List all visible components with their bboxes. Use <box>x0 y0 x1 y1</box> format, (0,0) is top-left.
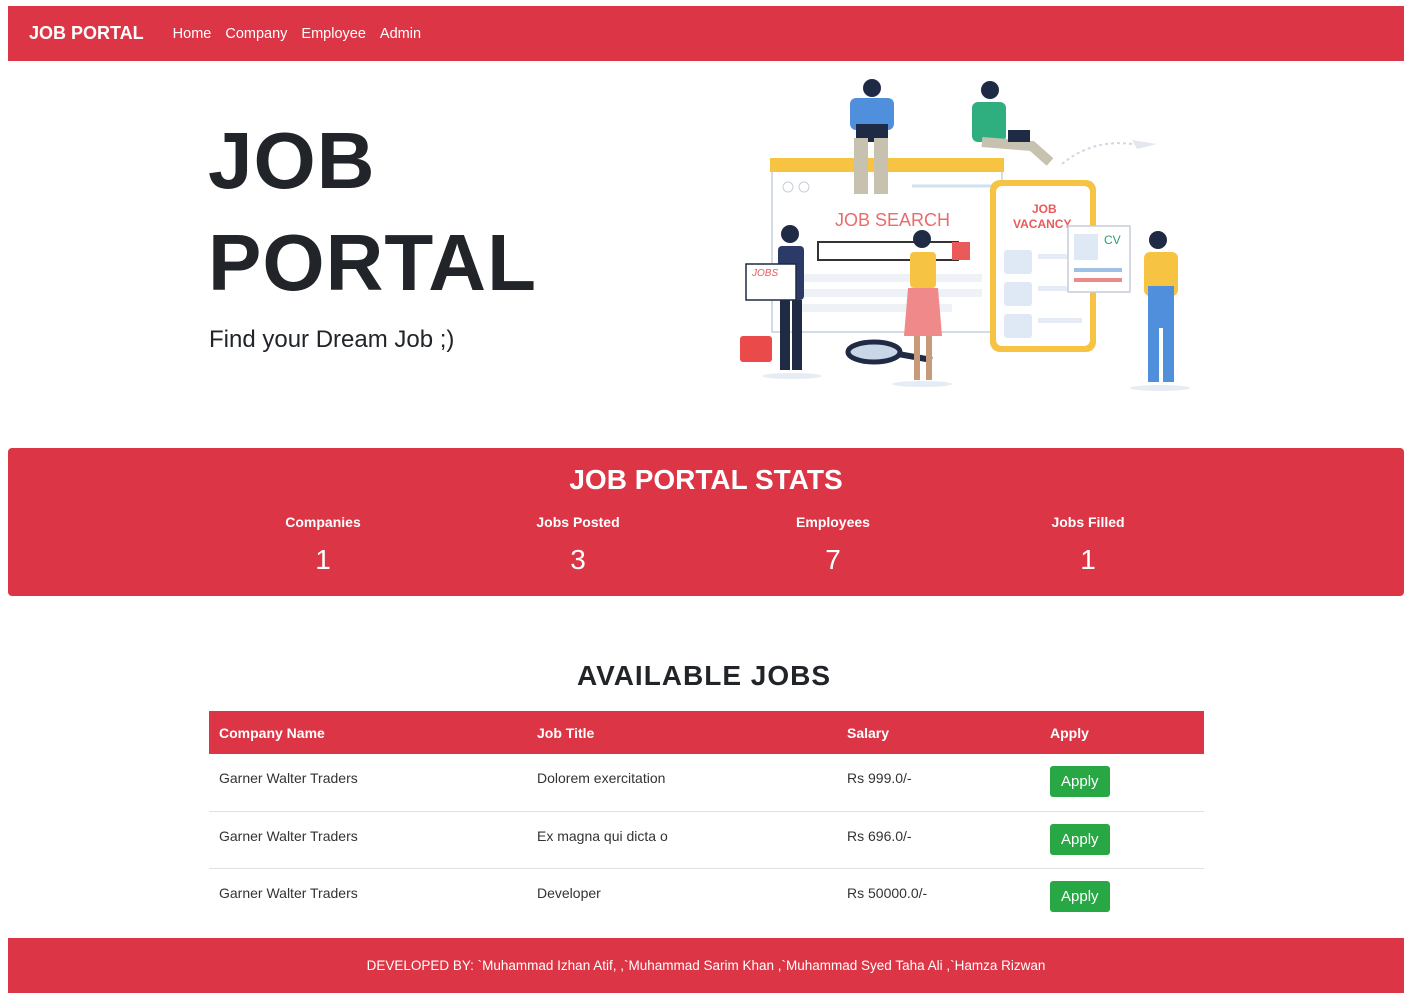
available-jobs-title: AVAILABLE JOBS <box>576 660 832 691</box>
illustration-job-vacancy-line2: VACANCY <box>1013 217 1071 231</box>
column-header-job-title: Job Title <box>537 724 595 741</box>
jobs-table: Company Name Job Title Salary Apply Garn… <box>209 711 1204 925</box>
hero-title-line1: JOB <box>208 116 376 205</box>
apply-button[interactable]: Apply <box>1050 766 1110 797</box>
cell-job-title: Developer <box>537 884 601 901</box>
nav-link-admin[interactable]: Admin <box>380 26 421 42</box>
nav-link-company[interactable]: Company <box>225 26 287 42</box>
cell-job-title: Ex magna qui dicta o <box>527 811 837 869</box>
nav-link-employee[interactable]: Employee <box>301 26 365 42</box>
cell-company: Garner Walter Traders <box>209 811 527 869</box>
stats-title: JOB PORTAL STATS <box>569 464 843 495</box>
stat-value: 1 <box>315 544 331 575</box>
job-search-illustration: JOB SEARCH JOB VACANCY CV JOBS <box>740 79 1190 391</box>
cell-apply: Apply <box>1040 811 1204 869</box>
cell-salary: Rs 50000.0/- <box>847 884 928 901</box>
illustration-jobs-paper-text: JOBS <box>751 268 778 279</box>
column-header-salary: Salary <box>847 724 890 741</box>
cell-salary: Rs 696.0/- <box>837 811 1040 869</box>
table-row: Garner Walter Traders Developer Rs 50000… <box>209 868 1204 925</box>
column-header-company: Company Name <box>219 724 325 741</box>
stats-banner: JOB PORTAL STATS Companies 1 Jobs Posted… <box>8 448 1404 596</box>
navbar-brand[interactable]: JOB PORTAL <box>29 23 144 44</box>
footer: DEVELOPED BY: `Muhammad Izhan Atif, ,`Mu… <box>8 938 1404 993</box>
hero-title: JOB PORTAL <box>208 110 537 314</box>
cell-apply: Apply <box>1040 754 1204 812</box>
navbar: JOB PORTAL Home Company Employee Admin <box>8 6 1404 61</box>
stat-value: 1 <box>1080 544 1096 575</box>
table-header-row: Company Name Job Title Salary Apply <box>209 711 1204 754</box>
stat-jobs-filled: Jobs Filled 1 <box>988 514 1188 576</box>
hero-subtitle: Find your Dream Job ;) <box>209 326 455 353</box>
cell-company: Garner Walter Traders <box>219 884 358 901</box>
stat-value: 7 <box>825 544 841 575</box>
stat-value: 3 <box>570 544 586 575</box>
stat-employees: Employees 7 <box>733 514 933 576</box>
stat-label: Jobs Posted <box>536 514 620 530</box>
stat-jobs-posted: Jobs Posted 3 <box>478 514 678 576</box>
stat-companies: Companies 1 <box>223 514 423 576</box>
illustration-job-search-text: JOB SEARCH <box>835 210 950 230</box>
cell-apply: Apply <box>1040 868 1204 925</box>
apply-button[interactable]: Apply <box>1050 880 1110 912</box>
stat-label: Companies <box>285 514 361 530</box>
illustration-job-vacancy-line1: JOB <box>1032 202 1057 216</box>
stat-label: Employees <box>796 514 870 530</box>
footer-credits: DEVELOPED BY: `Muhammad Izhan Atif, ,`Mu… <box>366 958 1046 973</box>
cell-salary: Rs 999.0/- <box>837 754 1040 812</box>
table-row: Garner Walter Traders Dolorem exercitati… <box>209 754 1204 812</box>
cell-company: Garner Walter Traders <box>209 754 527 812</box>
column-header-apply: Apply <box>1050 724 1089 741</box>
illustration-cv-text: CV <box>1104 233 1121 247</box>
stat-label: Jobs Filled <box>1051 514 1125 530</box>
table-row: Garner Walter Traders Ex magna qui dicta… <box>209 811 1204 869</box>
nav-link-home[interactable]: Home <box>173 26 212 42</box>
cell-job-title: Dolorem exercitation <box>527 754 837 812</box>
hero-title-line2: PORTAL <box>208 218 537 307</box>
apply-button[interactable]: Apply <box>1050 823 1110 855</box>
